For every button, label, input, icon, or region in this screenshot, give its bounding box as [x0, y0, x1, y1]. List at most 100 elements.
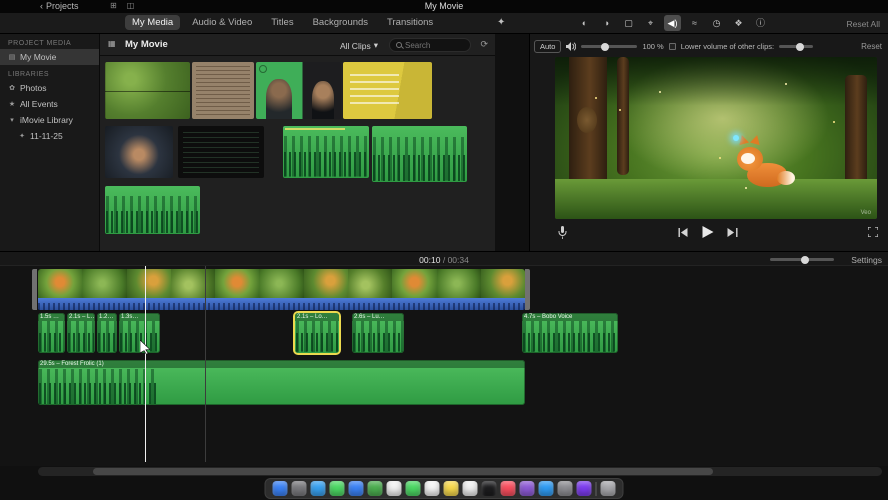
settings-dock-icon[interactable] [557, 481, 573, 496]
titlebar-tools: ⊞ ◫ [110, 1, 134, 10]
filters-icon[interactable]: ❖ [730, 15, 747, 31]
video-preview[interactable]: Veo [555, 57, 877, 219]
lower-volume-checkbox[interactable] [668, 43, 676, 50]
tab-transitions[interactable]: Transitions [380, 15, 440, 30]
share-icon[interactable]: ◫ [127, 1, 135, 10]
sidebar-item-all-events[interactable]: ★ All Events [0, 96, 99, 112]
video-audio-track[interactable] [38, 298, 525, 310]
stabilization-icon[interactable]: ⌖ [642, 15, 659, 31]
filmstrip-frame [259, 269, 304, 298]
info-icon[interactable]: ⓘ [752, 15, 769, 31]
clip-filter-dropdown[interactable]: All Clips ▾ [340, 40, 378, 51]
volume-slider[interactable] [581, 42, 638, 51]
clip-label: 2.1s – Lo… [295, 313, 339, 321]
volume-reset-button[interactable]: Reset [861, 42, 882, 51]
back-to-projects-button[interactable]: ‹ Projects [40, 1, 79, 11]
facetime-dock-icon[interactable] [405, 481, 421, 496]
audio-clip[interactable]: 1.2… [97, 313, 117, 353]
photos-dock-icon[interactable] [386, 481, 402, 496]
search-box[interactable] [389, 38, 471, 52]
media-thumbnail-video[interactable] [105, 62, 190, 119]
calendar-dock-icon[interactable] [424, 481, 440, 496]
noise-reduction-icon[interactable]: ≈ [686, 15, 703, 31]
volume-slider-knob[interactable] [600, 42, 609, 51]
audio-clip[interactable]: 2.1s – L… [67, 313, 95, 353]
reset-all-button[interactable]: Reset All [846, 19, 880, 29]
trash-dock-icon[interactable] [600, 481, 616, 496]
audio-clip[interactable]: 4.7s – Bobo Voice [522, 313, 618, 353]
grid-view-icon[interactable]: ▦ [108, 39, 116, 48]
color-correction-icon[interactable]: ◑ [598, 15, 615, 31]
sidebar-item-event-11-11-25[interactable]: ✦ 11-11-25 [0, 128, 99, 144]
sidebar-item-my-movie[interactable]: ▤ My Movie [0, 49, 99, 65]
zoom-slider-knob[interactable] [801, 255, 810, 264]
project-media-heading: PROJECT MEDIA [8, 40, 72, 47]
media-thumbnail-audio[interactable] [283, 126, 369, 178]
video-clip-filmstrip[interactable] [38, 269, 525, 298]
clip-label: 2.6s – Lu… [352, 313, 404, 321]
waveform [523, 320, 617, 352]
skip-forward-button[interactable] [727, 227, 739, 237]
fullscreen-icon[interactable] [868, 227, 878, 237]
tab-audio-video[interactable]: Audio & Video [185, 15, 259, 30]
timeline-settings-button[interactable]: Settings [851, 255, 882, 265]
playhead[interactable] [145, 266, 146, 462]
timeline-zoom-slider[interactable] [770, 255, 834, 264]
waveform [373, 137, 466, 181]
speed-icon[interactable]: ◷ [708, 15, 725, 31]
sidebar-item-label: My Movie [20, 52, 57, 62]
tab-backgrounds[interactable]: Backgrounds [306, 15, 375, 30]
crop-icon[interactable]: ▢ [620, 15, 637, 31]
reminders-dock-icon[interactable] [462, 481, 478, 496]
tab-titles[interactable]: Titles [264, 15, 300, 30]
maps-dock-icon[interactable] [367, 481, 383, 496]
ducking-slider-knob[interactable] [795, 42, 804, 51]
enhance-wand-icon[interactable]: ✦ [497, 17, 505, 28]
sidebar-item-photos[interactable]: ✿ Photos [0, 80, 99, 96]
chevron-down-icon: ▾ [373, 40, 378, 50]
clip-trim-handle-left[interactable] [32, 269, 37, 310]
fireflies [595, 97, 597, 99]
messages-dock-icon[interactable] [329, 481, 345, 496]
media-browser: ▦ My Movie All Clips ▾ ⟳ [100, 34, 495, 251]
tv-dock-icon[interactable] [481, 481, 497, 496]
music-dock-icon[interactable] [500, 481, 516, 496]
play-button[interactable] [702, 226, 714, 238]
ducking-slider[interactable] [779, 42, 814, 51]
color-balance-icon[interactable]: ◐ [576, 15, 593, 31]
waveform [39, 368, 159, 404]
background-music-clip[interactable]: 29.5s – Forest Frolic (1) [38, 360, 525, 405]
refresh-icon[interactable]: ⟳ [480, 39, 488, 50]
clip-trim-handle-right[interactable] [525, 269, 530, 310]
microphone-icon[interactable] [558, 226, 567, 240]
horizontal-scrollbar[interactable] [38, 467, 882, 476]
app-store-dock-icon[interactable] [538, 481, 554, 496]
media-thumbnail-audio[interactable] [105, 186, 200, 234]
media-thumbnail-audio[interactable] [372, 126, 467, 182]
media-thumbnail-document[interactable] [192, 62, 254, 119]
sidebar-item-imovie-library[interactable]: ▾ iMovie Library [0, 112, 99, 128]
notes-dock-icon[interactable] [443, 481, 459, 496]
media-thumbnail-greenscreen[interactable] [256, 62, 341, 119]
podcasts-dock-icon[interactable] [519, 481, 535, 496]
finder-dock-icon[interactable] [272, 481, 288, 496]
import-media-icon[interactable]: ⊞ [110, 1, 117, 10]
mail-dock-icon[interactable] [348, 481, 364, 496]
photos-icon: ✿ [9, 85, 15, 92]
tab-my-media[interactable]: My Media [125, 15, 181, 30]
volume-icon[interactable]: ◀) [664, 15, 681, 31]
audio-clip-selected[interactable]: 2.1s – Lo… [295, 313, 339, 353]
audio-clip[interactable]: 2.6s – Lu… [352, 313, 404, 353]
scrollbar-thumb[interactable] [93, 468, 713, 475]
search-input[interactable] [405, 40, 461, 50]
audio-clip[interactable]: 1.5s … [38, 313, 65, 353]
skip-back-button[interactable] [678, 227, 689, 237]
launchpad-dock-icon[interactable] [291, 481, 307, 496]
safari-dock-icon[interactable] [310, 481, 326, 496]
imovie-dock-icon[interactable] [576, 481, 592, 496]
media-thumbnail-screen-recording[interactable] [178, 126, 264, 178]
timeline[interactable]: 1.5s … 2.1s – L… 1.2… 1.3s… 2.1s – Lo… 2… [0, 266, 888, 466]
auto-volume-button[interactable]: Auto [534, 40, 562, 53]
media-thumbnail-talking-head[interactable] [105, 126, 173, 178]
media-thumbnail-slide[interactable] [343, 62, 432, 119]
